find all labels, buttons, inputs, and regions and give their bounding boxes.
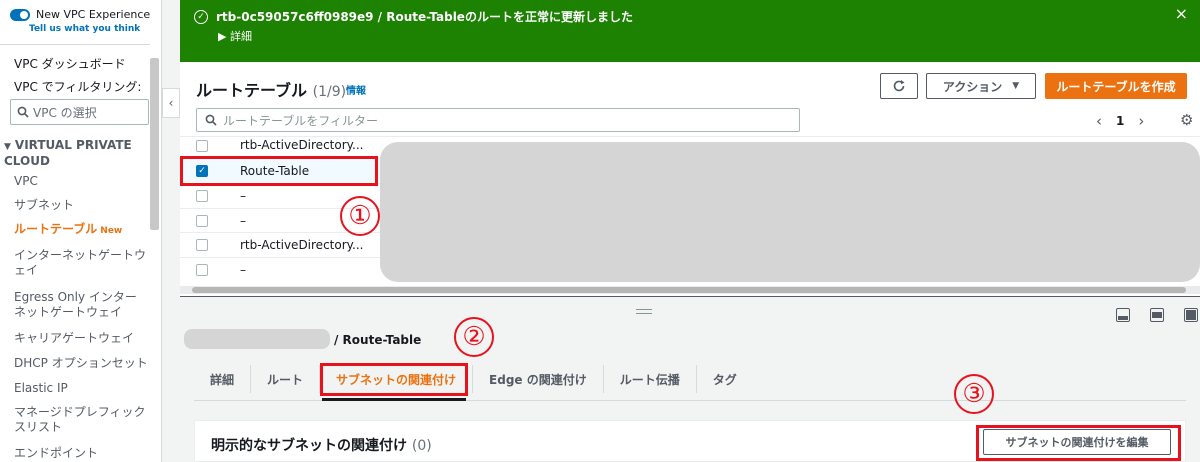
flash-details-toggle[interactable]: ▶ 詳細 bbox=[218, 28, 252, 44]
sidebar-scrollbar[interactable] bbox=[150, 58, 159, 230]
tab-tags[interactable]: タグ bbox=[697, 365, 753, 393]
vpc-select-placeholder: VPC の選択 bbox=[33, 105, 97, 120]
caret-down-icon: ▼ bbox=[4, 142, 11, 152]
toggle-switch[interactable] bbox=[10, 8, 30, 21]
split-divider bbox=[180, 296, 1200, 297]
new-vpc-experience-toggle-row[interactable]: New VPC Experience bbox=[10, 8, 150, 21]
flash-message: rtb-0c59057c6ff0989e9 / Route-Tableのルートを… bbox=[216, 10, 633, 24]
horizontal-scrollbar[interactable] bbox=[180, 286, 1200, 294]
sidebar-item-vpc[interactable]: VPC bbox=[14, 174, 38, 189]
collapse-sidebar-button[interactable]: ‹ bbox=[162, 88, 180, 118]
tab-edge-associations[interactable]: Edge の関連付け bbox=[473, 365, 604, 393]
tab-route-propagation[interactable]: ルート伝播 bbox=[604, 365, 697, 393]
sidebar-item-elastic-ip[interactable]: Elastic IP bbox=[14, 381, 68, 396]
check-circle-icon: ✓ bbox=[194, 9, 208, 24]
split-side-icon[interactable] bbox=[1150, 308, 1164, 322]
sidebar-item-carrier-gateways[interactable]: キャリアゲートウェイ bbox=[14, 331, 134, 346]
sidebar-item-dhcp-options[interactable]: DHCP オプションセット bbox=[14, 356, 148, 371]
new-badge: New bbox=[100, 226, 123, 236]
redacted-id bbox=[184, 329, 330, 349]
selection-count: (1/9) bbox=[312, 84, 347, 100]
sidebar-item-prefix-lists[interactable]: マネージドプレフィックスリスト bbox=[14, 405, 148, 435]
info-link[interactable]: 情報 bbox=[346, 82, 366, 97]
subpanel-title-text: 明示的なサブネットの関連付け bbox=[211, 438, 407, 454]
caret-right-icon: ▶ bbox=[218, 30, 230, 43]
filter-input[interactable]: ルートテーブルをフィルター bbox=[196, 108, 800, 132]
refresh-icon bbox=[893, 80, 905, 92]
tab-details[interactable]: 詳細 bbox=[194, 365, 252, 393]
chevron-right-icon[interactable]: › bbox=[1138, 112, 1144, 130]
vpc-filter-label: VPC でフィルタリング: bbox=[14, 80, 142, 94]
view-mode-toggles bbox=[1116, 308, 1198, 322]
sidebar-item-route-tables-label: ルートテーブル bbox=[14, 222, 98, 236]
flash-details-label: 詳細 bbox=[229, 30, 252, 43]
subpanel-title: 明示的なサブネットの関連付け (0) bbox=[211, 435, 432, 455]
split-bottom-icon[interactable] bbox=[1116, 308, 1130, 322]
highlight-box-subnet-tab bbox=[320, 363, 468, 396]
pagination: ‹ 1 › bbox=[1096, 112, 1144, 130]
actions-label: アクション bbox=[942, 79, 1003, 94]
annotation-number-2: ② bbox=[454, 317, 494, 357]
scrollbar-thumb[interactable] bbox=[192, 287, 1186, 293]
chevron-left-icon[interactable]: ‹ bbox=[1096, 112, 1102, 130]
chevron-left-icon: ‹ bbox=[168, 96, 174, 110]
row-name: rtb-ActiveDirectory... bbox=[240, 138, 364, 152]
resize-handle-icon[interactable] bbox=[636, 309, 652, 314]
sidebar: New VPC Experience Tell us what you thin… bbox=[0, 0, 162, 462]
row-checkbox[interactable] bbox=[196, 214, 208, 227]
redacted-area bbox=[380, 142, 1200, 282]
sidebar-item-internet-gateways[interactable]: インターネットゲートウェイ bbox=[14, 248, 148, 278]
sidebar-item-egress-only-gateways[interactable]: Egress Only インターネットゲートウェイ bbox=[14, 290, 148, 320]
section-heading-label: VIRTUAL PRIVATE CLOUD bbox=[4, 138, 132, 168]
page-title-text: ルートテーブル bbox=[196, 81, 308, 100]
refresh-button[interactable] bbox=[880, 73, 918, 99]
details-title: / Route-Table bbox=[334, 333, 422, 347]
active-tab-indicator bbox=[322, 398, 466, 401]
section-heading[interactable]: ▼ VIRTUAL PRIVATE CLOUD bbox=[4, 138, 144, 168]
vpc-select[interactable]: VPC の選択 bbox=[10, 99, 149, 125]
annotation-number-3: ③ bbox=[954, 374, 994, 414]
highlight-box-route-table bbox=[180, 156, 378, 186]
annotation-number-1: ① bbox=[340, 196, 380, 236]
close-icon[interactable]: × bbox=[1175, 4, 1188, 23]
search-icon bbox=[205, 114, 217, 126]
actions-button[interactable]: アクション ▼ bbox=[926, 73, 1036, 99]
row-name: – bbox=[240, 188, 246, 203]
sidebar-divider bbox=[0, 44, 150, 45]
sidebar-item-subnets[interactable]: サブネット bbox=[14, 198, 74, 213]
search-icon bbox=[17, 106, 29, 118]
page-number[interactable]: 1 bbox=[1116, 114, 1124, 128]
subpanel-count: (0) bbox=[411, 438, 432, 454]
row-name: – bbox=[240, 262, 246, 277]
gear-icon[interactable]: ⚙ bbox=[1180, 111, 1193, 129]
row-checkbox[interactable] bbox=[196, 189, 208, 202]
sidebar-item-dashboard[interactable]: VPC ダッシュボード bbox=[14, 57, 126, 72]
filter-placeholder: ルートテーブルをフィルター bbox=[223, 113, 379, 128]
create-route-table-button[interactable]: ルートテーブルを作成 bbox=[1045, 73, 1187, 99]
row-name: – bbox=[240, 213, 246, 228]
row-checkbox[interactable] bbox=[196, 140, 208, 152]
row-checkbox[interactable] bbox=[196, 263, 208, 276]
sidebar-item-route-tables[interactable]: ルートテーブル New bbox=[14, 222, 122, 239]
highlight-box-edit-button bbox=[976, 425, 1181, 461]
full-view-icon[interactable] bbox=[1184, 308, 1198, 322]
page-title: ルートテーブル (1/9) bbox=[196, 77, 346, 101]
details-tabs: 詳細 ルート サブネットの関連付け Edge の関連付け ルート伝播 タグ bbox=[194, 362, 753, 400]
row-name: rtb-ActiveDirectory... bbox=[240, 237, 364, 252]
feedback-link[interactable]: Tell us what you think bbox=[29, 24, 140, 34]
tab-routes[interactable]: ルート bbox=[251, 365, 321, 393]
caret-down-icon: ▼ bbox=[1012, 81, 1020, 91]
success-flash: ✓ rtb-0c59057c6ff0989e9 / Route-Tableのルー… bbox=[180, 0, 1200, 62]
row-checkbox[interactable] bbox=[196, 238, 208, 251]
sidebar-item-endpoints[interactable]: エンドポイント bbox=[14, 446, 98, 461]
toggle-label: New VPC Experience bbox=[36, 8, 151, 21]
